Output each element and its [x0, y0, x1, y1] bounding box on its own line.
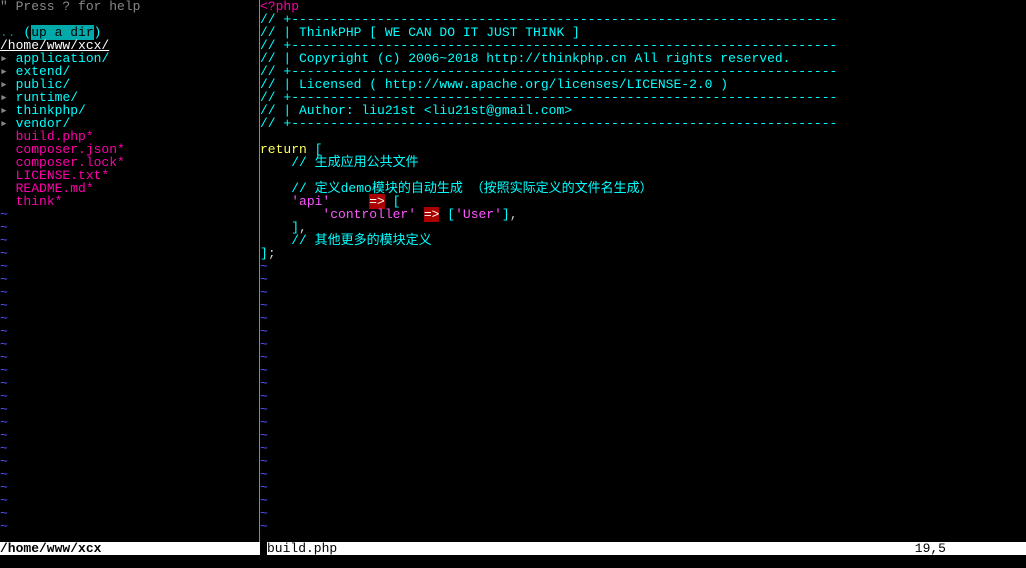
file-tree[interactable]: ▸ application/▸ extend/▸ public/▸ runtim… [0, 52, 259, 208]
code-content: <?php// +-------------------------------… [260, 0, 1026, 260]
tilde-line: ~ [260, 286, 1026, 299]
tilde-line: ~ [0, 520, 259, 533]
tilde-line: ~ [260, 442, 1026, 455]
code-line: 'controller' => ['User'], [260, 208, 1026, 221]
tilde-line: ~ [0, 208, 259, 221]
tilde-line: ~ [0, 312, 259, 325]
tilde-line: ~ [0, 481, 259, 494]
tilde-line: ~ [0, 299, 259, 312]
tilde-line: ~ [0, 325, 259, 338]
tilde-line: ~ [0, 429, 259, 442]
tilde-line: ~ [0, 364, 259, 377]
tilde-line: ~ [0, 286, 259, 299]
tilde-line: ~ [260, 468, 1026, 481]
tilde-line: ~ [0, 273, 259, 286]
tilde-line: ~ [260, 351, 1026, 364]
tilde-line: ~ [0, 416, 259, 429]
command-line[interactable] [0, 555, 1026, 568]
tilde-line: ~ [260, 520, 1026, 533]
code-line: ]; [260, 247, 1026, 260]
tilde-line: ~ [260, 494, 1026, 507]
status-right: build.php 19,5 [267, 542, 1026, 555]
code-line: // 生成应用公共文件 [260, 156, 1026, 169]
tilde-line: ~ [0, 507, 259, 520]
tilde-line: ~ [0, 455, 259, 468]
code-pane[interactable]: <?php// +-------------------------------… [260, 0, 1026, 542]
code-line: // 其他更多的模块定义 [260, 234, 1026, 247]
tilde-line: ~ [0, 351, 259, 364]
tilde-line: ~ [0, 403, 259, 416]
status-bar: /home/www/xcx build.php 19,5 [0, 542, 1026, 555]
status-position: 19,5 [915, 542, 946, 555]
help-line: " Press ? for help [0, 0, 259, 13]
tilde-line: ~ [260, 377, 1026, 390]
tilde-line: ~ [260, 273, 1026, 286]
tilde-line: ~ [260, 507, 1026, 520]
tilde-line: ~ [260, 416, 1026, 429]
tilde-line: ~ [260, 260, 1026, 273]
tilde-line: ~ [260, 364, 1026, 377]
tilde-line: ~ [0, 468, 259, 481]
tilde-line: ~ [0, 377, 259, 390]
tilde-line: ~ [260, 299, 1026, 312]
tilde-line: ~ [260, 325, 1026, 338]
status-left: /home/www/xcx [0, 542, 260, 555]
tilde-line: ~ [0, 442, 259, 455]
tilde-line: ~ [260, 338, 1026, 351]
nerdtree-pane[interactable]: " Press ? for help .. (up a dir) /home/w… [0, 0, 260, 542]
code-line [260, 130, 1026, 143]
tilde-line: ~ [0, 221, 259, 234]
status-filename: build.php [267, 542, 337, 555]
editor-screen: " Press ? for help .. (up a dir) /home/w… [0, 0, 1026, 542]
tilde-line: ~ [260, 403, 1026, 416]
tilde-line: ~ [260, 481, 1026, 494]
tilde-line: ~ [0, 247, 259, 260]
tilde-line: ~ [0, 390, 259, 403]
tilde-line: ~ [0, 494, 259, 507]
tilde-line: ~ [0, 260, 259, 273]
tilde-line: ~ [260, 455, 1026, 468]
code-line: // +------------------------------------… [260, 117, 1026, 130]
tilde-line: ~ [260, 312, 1026, 325]
tilde-line: ~ [260, 429, 1026, 442]
tree-entry[interactable]: think* [0, 195, 259, 208]
tilde-line: ~ [0, 234, 259, 247]
tilde-line: ~ [260, 390, 1026, 403]
tilde-line: ~ [0, 338, 259, 351]
